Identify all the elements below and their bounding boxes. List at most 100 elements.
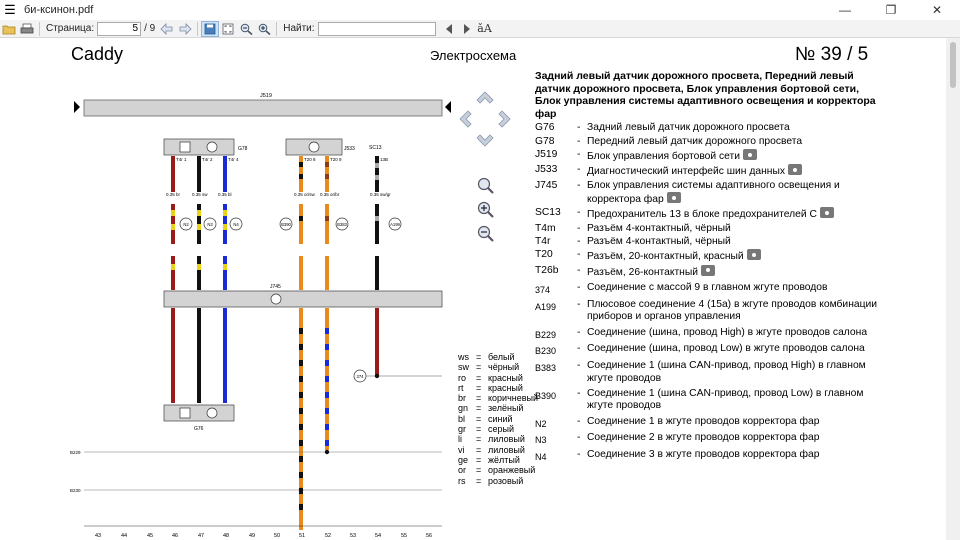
camera-icon[interactable]: [746, 249, 761, 261]
pan-left-icon[interactable]: [454, 108, 476, 130]
svg-text:0.35 sw: 0.35 sw: [192, 192, 208, 197]
legend-item: J519 - Блок управления бортовой сети: [535, 149, 880, 163]
page-number-input[interactable]: [97, 21, 142, 36]
camera-icon[interactable]: [701, 264, 716, 276]
j533-icon: [308, 141, 320, 153]
wire-color-abbr: ws: [458, 352, 469, 362]
zoom-fit-icon[interactable]: [476, 176, 496, 196]
find-next-icon[interactable]: [458, 21, 476, 37]
save-icon[interactable]: [201, 20, 220, 37]
legend-description: Разъём, 20-контактный, красный: [587, 249, 880, 263]
svg-text:56: 56: [426, 533, 432, 539]
legend-code: J519: [535, 149, 558, 161]
legend-heading: Задний левый датчик дорожного просвета, …: [535, 70, 876, 120]
legend-description-text: Соединение (шина, провод High) в жгуте п…: [587, 326, 868, 338]
pdf-page: Caddy Электросхема № 39 / 5 J519 G78 J53…: [0, 38, 946, 540]
legend-dash: -: [577, 207, 581, 219]
wire-color-item: rt = красный: [458, 383, 538, 393]
wire-color-name: зелёный: [488, 403, 524, 414]
zoom-out-icon[interactable]: [237, 21, 255, 37]
legend-item: G78 - Передний левый датчик дорожного прос…: [535, 136, 880, 148]
print-icon[interactable]: [18, 21, 36, 37]
legend-dash: -: [577, 236, 581, 248]
svg-text:51: 51: [299, 533, 305, 539]
legend-item: B390 - Соединение 1 (шина CAN-привод, пров…: [535, 388, 880, 413]
scrollbar-thumb[interactable]: [950, 42, 956, 88]
j745-block: [163, 290, 443, 308]
camera-icon[interactable]: [788, 164, 803, 176]
svg-text:53: 53: [350, 533, 356, 539]
equals-sign: =: [476, 403, 482, 414]
wire-color-name: красный: [488, 382, 523, 393]
grid-numbers: 43 44 45 46 47 48 49 50 51 52 53 54 55 5…: [95, 533, 432, 539]
pan-up-icon[interactable]: [474, 86, 496, 108]
camera-icon[interactable]: [743, 149, 758, 161]
j745-icon: [270, 293, 282, 305]
pan-right-icon[interactable]: [494, 108, 516, 130]
zoom-in-overlay-icon[interactable]: [476, 200, 496, 220]
camera-icon[interactable]: [666, 192, 681, 204]
j519-block: [83, 99, 443, 117]
legend-description: Соединение 1 в жгуте проводов корректора…: [587, 416, 880, 428]
svg-text:N2: N2: [183, 222, 189, 227]
legend-dash: -: [577, 164, 581, 176]
hamburger-menu-icon[interactable]: ☰: [0, 0, 20, 20]
wire-sw: [197, 156, 201, 192]
open-folder-icon[interactable]: [0, 21, 18, 37]
g76-block: [163, 404, 235, 422]
svg-text:N4: N4: [233, 222, 239, 227]
close-button[interactable]: ✕: [914, 0, 960, 20]
svg-text:46: 46: [172, 533, 178, 539]
zoom-out-overlay-icon[interactable]: [476, 224, 496, 244]
legend-code: T4r: [535, 236, 551, 248]
svg-text:B383: B383: [337, 222, 347, 227]
legend-dash: -: [577, 449, 581, 461]
wire-color-abbr: rs: [458, 475, 466, 486]
camera-icon[interactable]: [819, 207, 834, 219]
pan-down-icon[interactable]: [474, 130, 496, 152]
legend-description: Блок управления системы адаптивного осве…: [587, 180, 880, 207]
zoom-in-icon[interactable]: [255, 21, 273, 37]
svg-text:A199: A199: [390, 222, 400, 227]
legend-code: T4m: [535, 222, 556, 234]
legend-item: B383 - Соединение 1 (шина CAN-привод, пров…: [535, 360, 880, 385]
legend-description-text: Разъём 4-контактный, чёрный: [587, 222, 731, 234]
wire-color-item: or = оранжевый: [458, 465, 538, 475]
wire-color-item: sw = чёрный: [458, 362, 538, 372]
svg-text:48: 48: [223, 533, 229, 539]
component-legend: Задний левый датчик дорожного просвета, …: [535, 70, 880, 463]
legend-description-text: Разъём 4-контактный, чёрный: [587, 236, 731, 248]
fit-page-icon[interactable]: [219, 21, 237, 37]
svg-text:B390: B390: [281, 222, 291, 227]
g78-label: G78: [238, 146, 248, 152]
j745-label: J745: [270, 284, 281, 290]
toolbar-separator: [39, 21, 40, 36]
svg-text:0.35 br: 0.35 br: [166, 192, 181, 197]
legend-description: Блок управления бортовой сети: [587, 149, 880, 163]
legend-description-text: Соединение 1 (шина CAN-привод, провод Hi…: [587, 360, 866, 384]
minimize-button[interactable]: —: [822, 0, 868, 20]
wire-color-name: коричневый: [488, 393, 539, 404]
next-page-icon[interactable]: [176, 21, 194, 37]
legend-item: J745 - Блок управления системы адаптивного…: [535, 180, 880, 207]
svg-text:0.35 or/br: 0.35 or/br: [320, 192, 340, 197]
find-input[interactable]: [317, 21, 436, 36]
maximize-button[interactable]: ❐: [868, 0, 914, 20]
legend-dash: -: [577, 179, 581, 191]
wire-color-name: оранжевый: [488, 465, 536, 476]
previous-page-icon[interactable]: [158, 21, 176, 37]
match-case-icon[interactable]: ǎA: [476, 21, 494, 37]
wire-color-abbr: ge: [458, 454, 469, 465]
legend-description-text: Передний левый датчик дорожного просвета: [587, 135, 803, 147]
toolbar-separator: [276, 21, 278, 36]
equals-sign: =: [476, 393, 482, 404]
vertical-scrollbar[interactable]: [946, 38, 960, 540]
diagram-left-marker: [74, 101, 80, 113]
legend-code: B230: [535, 346, 557, 357]
find-previous-icon[interactable]: [440, 21, 458, 37]
sc13-label: SC13: [369, 145, 382, 151]
svg-text:B230: B230: [70, 488, 81, 493]
equals-sign: =: [476, 475, 482, 486]
legend-code: J745: [535, 179, 558, 191]
legend-item: SC13 - Предохранитель 13 в блоке предохран…: [535, 207, 880, 221]
